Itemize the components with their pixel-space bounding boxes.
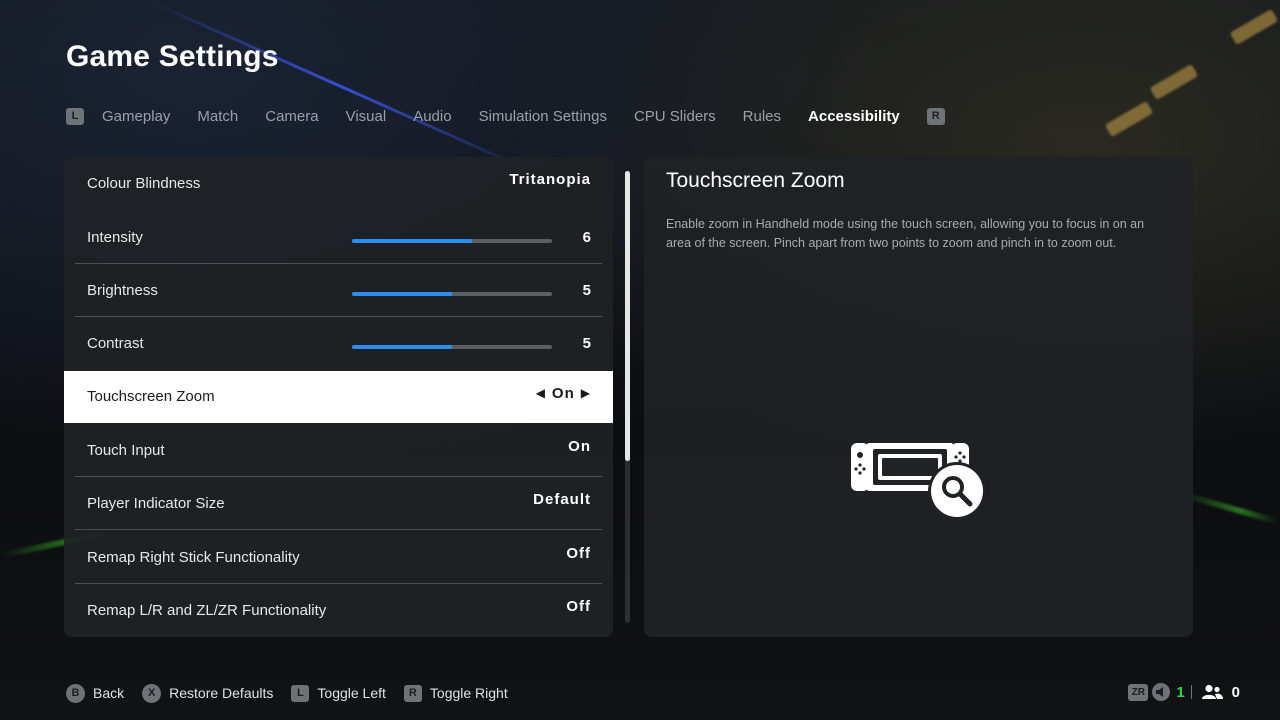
arrow-left-icon[interactable]: ◀ (536, 386, 546, 400)
setting-label: Intensity (87, 229, 143, 246)
setting-value: Default (533, 491, 591, 508)
setting-value: 6 (582, 229, 591, 246)
setting-label: Contrast (87, 335, 144, 352)
setting-row-colour-blindness[interactable]: Colour Blindness Tritanopia (64, 157, 613, 210)
b-button-icon: B (66, 683, 85, 703)
status-divider (1190, 685, 1192, 699)
tab-visual[interactable]: Visual (346, 108, 387, 125)
speaker-icon (1152, 683, 1171, 701)
setting-label: Touch Input (87, 442, 165, 459)
setting-value: 5 (582, 335, 591, 352)
tab-rules[interactable]: Rules (743, 108, 781, 125)
slider-fill (352, 239, 472, 243)
tab-accessibility[interactable]: Accessibility (808, 108, 900, 125)
arrow-right-icon[interactable]: ▶ (581, 386, 591, 400)
tab-cpu-sliders[interactable]: CPU Sliders (634, 108, 716, 125)
r-shoulder-button-icon[interactable]: R (926, 107, 945, 125)
description-title: Touchscreen Zoom (666, 169, 845, 192)
players-icon (1201, 684, 1223, 699)
tab-camera[interactable]: Camera (265, 108, 318, 125)
tab-simulation-settings[interactable]: Simulation Settings (479, 108, 607, 125)
background-blue-light-beam (149, 0, 535, 174)
zr-button-icon: ZR (1128, 683, 1149, 701)
setting-value: Off (566, 545, 591, 562)
setting-row-remap-lr-zlzr[interactable]: Remap L/R and ZL/ZR Functionality Off (64, 584, 613, 637)
slider-fill (352, 345, 452, 349)
tab-match[interactable]: Match (197, 108, 238, 125)
intensity-slider[interactable] (352, 239, 552, 243)
page-title: Game Settings (66, 40, 279, 73)
row-divider (75, 529, 602, 530)
tab-audio[interactable]: Audio (413, 108, 451, 125)
setting-value: Tritanopia (509, 171, 591, 188)
setting-label: Brightness (87, 282, 158, 299)
slider-fill (352, 292, 452, 296)
background-ceiling-lamp (1229, 8, 1279, 46)
toggle-left-button[interactable]: L Toggle Left (291, 684, 386, 702)
setting-row-intensity[interactable]: Intensity 6 (64, 211, 613, 264)
footer-label: Toggle Right (429, 685, 508, 701)
setting-value: On (551, 385, 575, 402)
setting-row-contrast[interactable]: Contrast 5 (64, 317, 613, 370)
setting-value: Off (566, 598, 591, 615)
footer-label: Back (93, 685, 125, 701)
online-player-count: 0 (1231, 683, 1240, 701)
setting-value: On (568, 438, 591, 455)
background-green-light-right (1181, 491, 1279, 525)
footer-controls: B Back X Restore Defaults L Toggle Left R To… (66, 683, 526, 703)
setting-value: 5 (582, 282, 591, 299)
description-panel: Touchscreen Zoom Enable zoom in Handheld… (644, 157, 1193, 637)
setting-row-remap-right-stick[interactable]: Remap Right Stick Functionality Off (64, 531, 613, 584)
setting-row-touch-input[interactable]: Touch Input On (64, 424, 613, 477)
footer-label: Toggle Left (317, 685, 386, 701)
setting-label: Player Indicator Size (87, 495, 225, 512)
l-button-icon: L (291, 684, 310, 702)
setting-value-selector[interactable]: ◀ On ▶ (530, 385, 591, 402)
scrollbar-thumb[interactable] (625, 171, 630, 461)
settings-scrollbar[interactable] (625, 171, 630, 623)
description-text: Enable zoom in Handheld mode using the t… (666, 217, 1145, 250)
back-button[interactable]: B Back (66, 683, 125, 703)
handheld-zoom-icon (851, 443, 986, 520)
background-ceiling-lamp (1104, 100, 1154, 138)
setting-label: Colour Blindness (87, 175, 201, 192)
local-player-count: 1 (1176, 683, 1185, 701)
background-ceiling-lamp (1149, 63, 1199, 101)
tab-gameplay[interactable]: Gameplay (102, 108, 170, 125)
setting-label: Remap Right Stick Functionality (87, 549, 300, 566)
player-status: ZR 1 0 (1128, 683, 1240, 701)
tab-bar: L Gameplay Match Camera Visual Audio Sim… (66, 103, 945, 129)
settings-list: Colour Blindness Tritanopia Intensity 6 … (64, 157, 613, 637)
contrast-slider[interactable] (352, 345, 552, 349)
brightness-slider[interactable] (352, 292, 552, 296)
setting-label: Remap L/R and ZL/ZR Functionality (87, 602, 327, 619)
setting-label: Touchscreen Zoom (87, 388, 215, 405)
setting-row-player-indicator-size[interactable]: Player Indicator Size Default (64, 477, 613, 530)
setting-row-touchscreen-zoom[interactable]: Touchscreen Zoom ◀ On ▶ (64, 371, 613, 423)
setting-row-brightness[interactable]: Brightness 5 (64, 264, 613, 317)
l-shoulder-button-icon[interactable]: L (66, 107, 84, 125)
restore-defaults-button[interactable]: X Restore Defaults (142, 683, 274, 703)
toggle-right-button[interactable]: R Toggle Right (403, 684, 508, 702)
footer-label: Restore Defaults (169, 685, 274, 701)
x-button-icon: X (142, 683, 162, 703)
r-button-icon: R (403, 684, 422, 702)
